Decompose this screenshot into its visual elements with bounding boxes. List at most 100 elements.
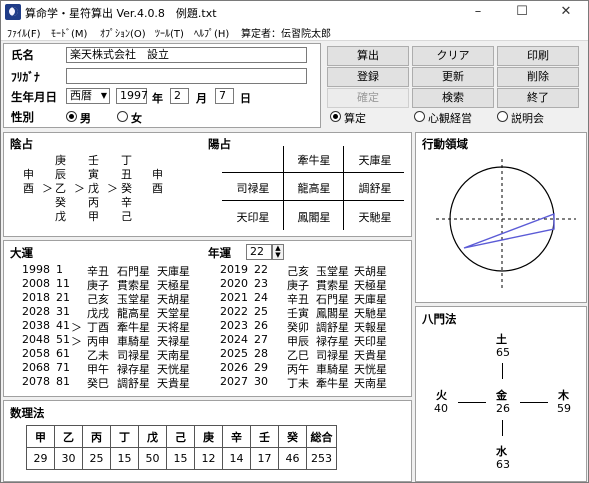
era-value: 西暦	[70, 89, 92, 102]
year-field[interactable]: 1997	[116, 88, 148, 104]
hachimon-right-label: 木	[558, 389, 569, 402]
nenun-spinner[interactable]: ▲ ▼	[272, 244, 284, 260]
menu-options[interactable]: ｵﾌﾟｼｮﾝ(O)	[100, 25, 146, 40]
menu-help[interactable]: ﾍﾙﾌﾟ(H)	[194, 25, 229, 40]
minimize-button[interactable]: –	[456, 1, 500, 23]
day-field[interactable]: 7	[215, 88, 234, 104]
taiun-cell: 2038	[22, 319, 50, 332]
update-button[interactable]: 更新	[412, 67, 494, 87]
yosen-grid-line	[222, 200, 404, 201]
surihou-header-cell: 己	[166, 425, 195, 448]
nenun-cell: 26	[254, 319, 268, 332]
month-field[interactable]: 2	[170, 88, 189, 104]
surihou-header-cell: 戊	[138, 425, 167, 448]
hachimon-connector	[458, 402, 486, 403]
surihou-value-cell: 29	[26, 447, 55, 470]
hachimon-bottom-value: 63	[496, 458, 510, 471]
confirm-button[interactable]: 確定	[327, 88, 409, 108]
name-label: 氏名	[11, 48, 34, 62]
taiun-cell: 11	[56, 277, 70, 290]
mode-setsumei-radio[interactable]	[497, 111, 508, 122]
menu-file[interactable]: ﾌｧｲﾙ(F)	[7, 25, 41, 40]
nenun-cell: 22	[254, 263, 268, 276]
search-button[interactable]: 検索	[412, 88, 494, 108]
nenun-cell: 2023	[220, 319, 248, 332]
taiun-cell: 癸巳	[87, 377, 109, 390]
mode-shinkan-radio[interactable]	[414, 111, 425, 122]
yosen-grid-line	[343, 146, 344, 230]
taiun-cell: 21	[56, 291, 70, 304]
nenun-cell: 28	[254, 347, 268, 360]
clear-button[interactable]: クリア	[412, 46, 494, 66]
hachimon-center-label: 金	[496, 389, 507, 402]
birthdate-label: 生年月日	[11, 90, 57, 104]
kana-field[interactable]	[66, 68, 307, 84]
mode-shinkan-label: 心観経営	[428, 112, 472, 125]
maximize-button[interactable]: ☐	[500, 1, 544, 23]
register-button[interactable]: 登録	[327, 67, 409, 87]
taiun-cell: 2058	[22, 347, 50, 360]
surihou-value-cell: 15	[166, 447, 195, 470]
chevron-down-icon: ▼	[100, 91, 107, 100]
hachimon-connector	[502, 420, 503, 436]
calc-button[interactable]: 算出	[327, 46, 409, 66]
surihou-table: 甲乙丙丁戊己庚辛壬癸総合 29 30 25 15 50 15 12 14 17 46 253	[26, 425, 337, 470]
taiun-cell: 41	[56, 319, 70, 332]
print-button[interactable]: 印刷	[497, 46, 579, 66]
kodo-title: 行動領域	[422, 137, 468, 151]
taiun-cell: ＞	[71, 335, 82, 348]
inyin-arrow-2: ＞	[74, 182, 85, 195]
taiun-cell: 81	[56, 375, 70, 388]
hachimon-right-value: 59	[557, 402, 571, 415]
taiun-cell: 51	[56, 333, 70, 346]
nenun-cell: 2026	[220, 361, 248, 374]
close-button[interactable]: ✕	[544, 1, 588, 23]
name-field[interactable]: 楽天株式会社 設立	[66, 47, 307, 63]
nenun-year-field[interactable]: 22	[246, 244, 272, 260]
yosen-top-right: 天庫星	[358, 154, 392, 167]
input-panel: 氏名 楽天株式会社 設立 ﾌﾘｶﾞﾅ 生年月日 西暦 ▼ 1997 年 2 月 …	[3, 43, 321, 128]
taiun-cell: 71	[56, 361, 70, 374]
mode-setsumei-label: 説明会	[511, 112, 544, 125]
mode-santei-label: 算定	[344, 112, 366, 125]
un-panel: 大運 1998 1 辛丑 石門星 天庫星 2008 11 庚子 貫索星 天極星 2018 21 己亥 玉堂…	[3, 240, 412, 397]
surihou-header-cell: 甲	[26, 425, 55, 448]
sex-male-radio[interactable]	[66, 111, 77, 122]
taiun-cell: 1998	[22, 263, 50, 276]
surihou-header-cell: 総合	[306, 425, 337, 448]
nenun-cell: 23	[254, 277, 268, 290]
mode-santei-radio[interactable]	[330, 111, 341, 122]
nenun-cell: 29	[254, 361, 268, 374]
yosen-bottom-left: 天印星	[236, 211, 270, 224]
nenun-cell: 2022	[220, 305, 248, 318]
hachimon-bottom-label: 水	[496, 445, 507, 458]
nenun-cell: 2019	[220, 263, 248, 276]
sex-female-radio[interactable]	[117, 111, 128, 122]
delete-button[interactable]: 削除	[497, 67, 579, 87]
surihou-header-cell: 乙	[54, 425, 83, 448]
hachimon-connector	[502, 363, 503, 379]
surihou-header-cell: 壬	[250, 425, 279, 448]
inyin-arrow-3: ＞	[107, 182, 118, 195]
surihou-value-cell: 14	[222, 447, 251, 470]
era-select[interactable]: 西暦 ▼	[66, 88, 110, 104]
hachimon-left-label: 火	[436, 389, 447, 402]
button-panel: 算出 クリア 印刷 登録 更新 削除 確定 検索 終了 算定 心観経営 説明会	[325, 43, 587, 128]
taiun-cell: 天貴星	[157, 377, 190, 390]
exit-button[interactable]: 終了	[497, 88, 579, 108]
taiun-cell: 調舒星	[117, 377, 150, 390]
kodo-panel: 行動領域	[415, 132, 587, 303]
nenun-cell: 24	[254, 291, 268, 304]
surihou-value-cell: 46	[278, 447, 307, 470]
menu-tools[interactable]: ﾂｰﾙ(T)	[155, 25, 184, 40]
nenun-cell: 30	[254, 375, 268, 388]
nenun-cell: 27	[254, 333, 268, 346]
surihou-value-row: 29 30 25 15 50 15 12 14 17 46 253	[26, 447, 337, 470]
taiun-title: 大運	[10, 246, 33, 260]
nenun-cell: 丁未	[287, 377, 309, 390]
menu-mode[interactable]: ﾓｰﾄﾞ(M)	[51, 25, 87, 40]
yosen-grid-line	[222, 172, 404, 173]
window-title: 算命学・星符算出 Ver.4.0.8 例題.txt	[25, 7, 217, 20]
surihou-value-cell: 17	[250, 447, 279, 470]
hachimon-top-value: 65	[496, 346, 510, 359]
